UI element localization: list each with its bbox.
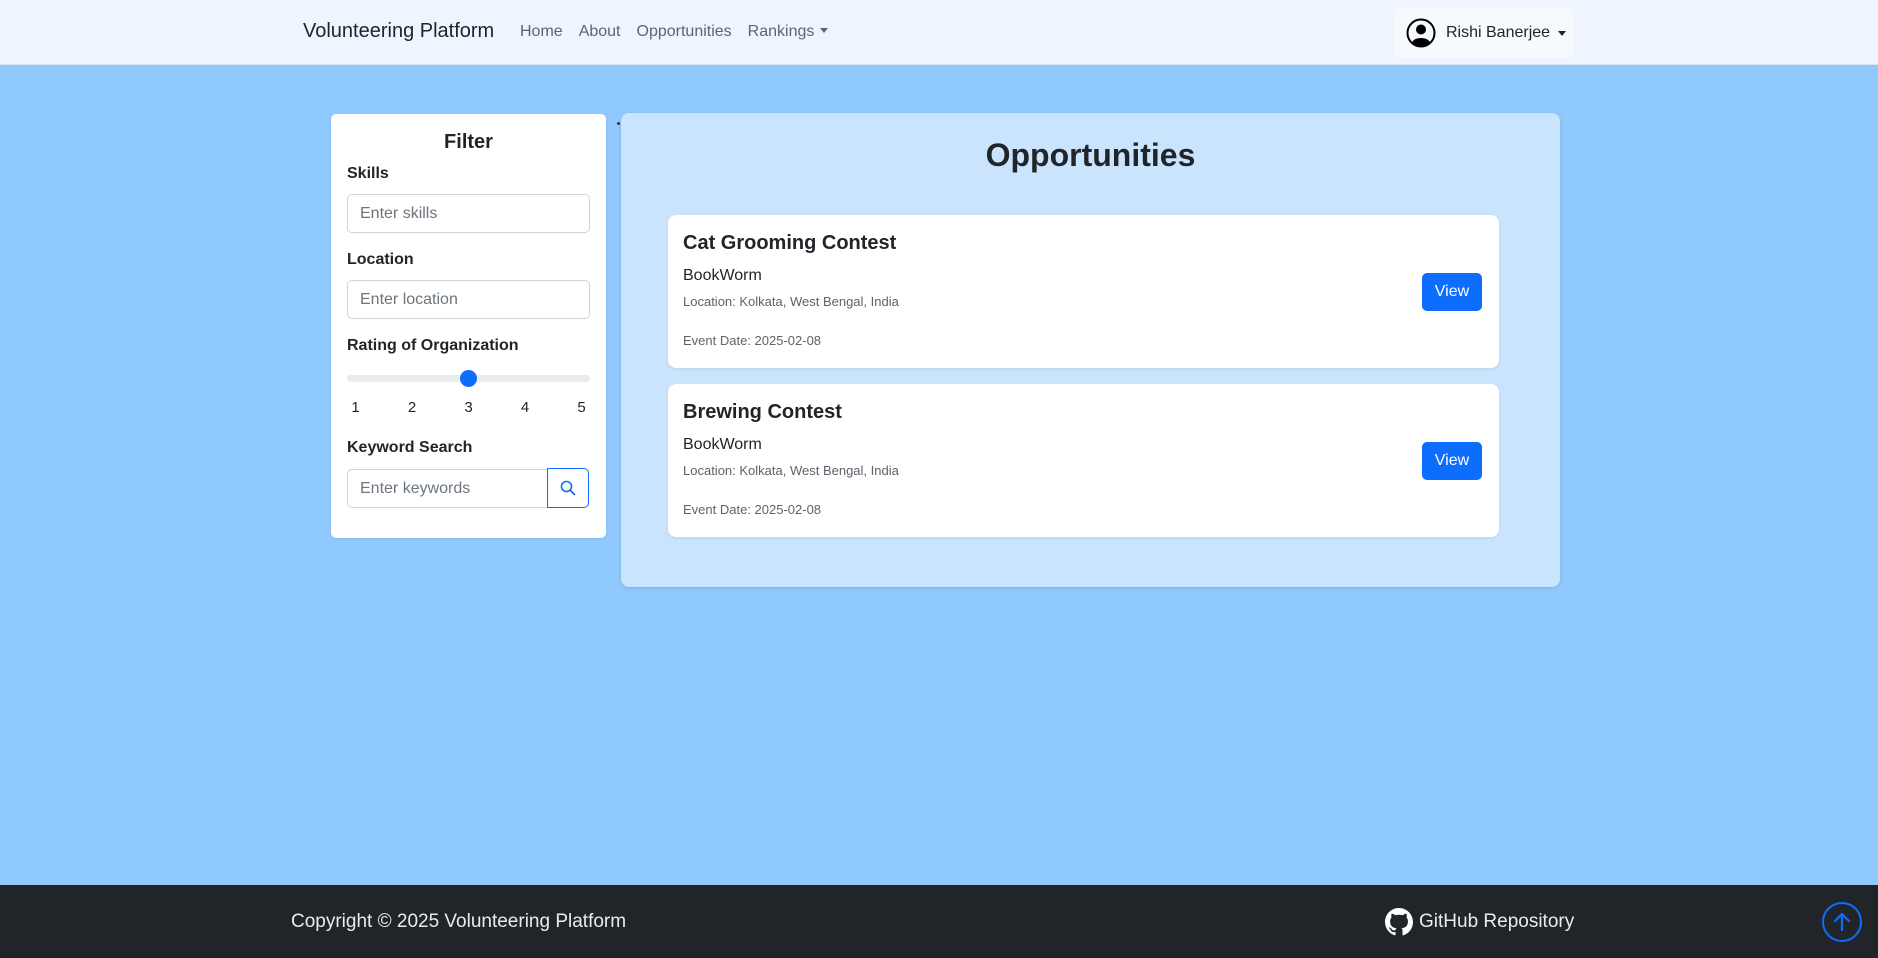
github-link-label: GitHub Repository [1419, 911, 1575, 932]
opportunity-organization: BookWorm [683, 436, 762, 453]
opportunities-panel: Opportunities Cat Grooming Contest BookW… [621, 113, 1560, 587]
nav-links: Home About Opportunities Rankings [520, 23, 844, 41]
brand-link[interactable]: Volunteering Platform [303, 20, 494, 43]
decorative-dot [617, 122, 620, 125]
opportunity-date: Event Date: 2025-02-08 [683, 502, 822, 517]
filter-title: Filter [444, 131, 493, 153]
nav-link-home[interactable]: Home [520, 23, 563, 41]
copyright-text: Copyright © 2025 Volunteering Platform [291, 911, 627, 932]
rating-tick: 2 [407, 399, 417, 416]
opportunity-date: Event Date: 2025-02-08 [683, 333, 822, 348]
caret-down-icon [820, 28, 829, 33]
nav-link-rankings-label: Rankings [747, 23, 815, 40]
navbar: Volunteering Platform Home About Opportu… [0, 0, 1878, 65]
rating-ticks: 1 2 3 4 5 [347, 399, 590, 419]
nav-link-rankings-dropdown[interactable]: Rankings [748, 23, 829, 41]
user-name: Rishi Banerjee [1446, 24, 1551, 41]
rating-tick: 3 [464, 399, 473, 416]
page-title: Opportunities [985, 137, 1196, 173]
github-link[interactable]: GitHub Repository [1385, 908, 1574, 936]
view-button[interactable]: View [1422, 442, 1482, 480]
rating-slider-thumb[interactable] [460, 370, 477, 387]
user-menu-button[interactable]: Rishi Banerjee [1394, 8, 1574, 58]
view-button[interactable]: View [1422, 273, 1482, 311]
location-label: Location [347, 251, 414, 268]
skills-input[interactable] [347, 194, 590, 233]
rating-tick: 1 [351, 399, 360, 416]
keyword-search-button[interactable] [547, 468, 589, 508]
opportunity-title: Cat Grooming Contest [683, 232, 897, 254]
rating-slider[interactable] [347, 370, 590, 387]
scroll-to-top-button[interactable] [1822, 902, 1862, 942]
opportunity-title: Brewing Contest [683, 401, 842, 423]
opportunity-card: Cat Grooming Contest BookWorm Location: … [668, 215, 1499, 368]
rating-tick: 4 [520, 399, 530, 416]
nav-link-about[interactable]: About [579, 23, 621, 41]
github-icon [1385, 908, 1413, 936]
footer: Copyright © 2025 Volunteering Platform G… [0, 885, 1878, 958]
keyword-label: Keyword Search [347, 439, 473, 456]
keyword-input[interactable] [347, 469, 550, 508]
nav-link-opportunities[interactable]: Opportunities [637, 23, 732, 41]
rating-tick: 5 [577, 399, 586, 416]
location-input[interactable] [347, 280, 590, 319]
opportunity-card: Brewing Contest BookWorm Location: Kolka… [668, 384, 1499, 537]
opportunity-location: Location: Kolkata, West Bengal, India [683, 294, 899, 309]
opportunity-location: Location: Kolkata, West Bengal, India [683, 463, 899, 478]
filter-card: Filter Skills Location Rating of Organiz… [331, 114, 606, 538]
opportunity-organization: BookWorm [683, 267, 762, 284]
arrow-up-circle-icon [1833, 912, 1851, 932]
user-circle-icon [1406, 18, 1436, 48]
skills-label: Skills [347, 165, 389, 182]
rating-label: Rating of Organization [347, 337, 519, 354]
caret-down-icon [1558, 30, 1567, 36]
search-icon [560, 480, 576, 496]
